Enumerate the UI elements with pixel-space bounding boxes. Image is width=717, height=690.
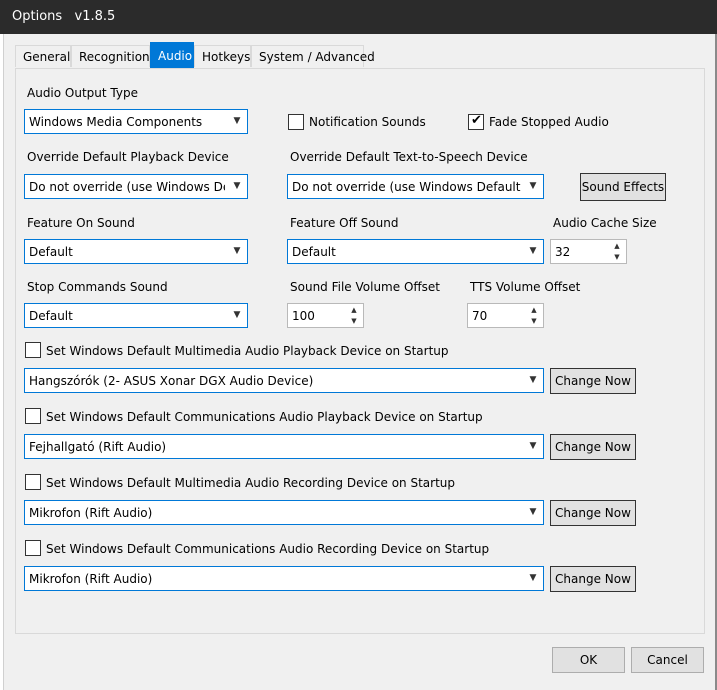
sound-file-volume-offset-label: Sound File Volume Offset: [290, 280, 440, 294]
change-communications-playback-button[interactable]: Change Now: [550, 434, 636, 460]
check-icon: ✔: [471, 113, 482, 128]
override-tts-select[interactable]: Do not override (use Windows Default Pla…: [287, 174, 544, 199]
tab-audio[interactable]: Audio: [150, 42, 194, 69]
spin-up-icon[interactable]: ▲: [348, 305, 360, 315]
window-title: Options v1.8.5: [12, 9, 116, 24]
spin-up-icon[interactable]: ▲: [528, 305, 540, 315]
chevron-down-icon: ▼: [233, 246, 241, 256]
set-communications-recording-checkbox[interactable]: [25, 540, 41, 556]
spin-down-icon[interactable]: ▼: [528, 316, 540, 326]
feature-off-sound-select[interactable]: Default ▼: [287, 239, 544, 264]
audio-cache-size-label: Audio Cache Size: [553, 216, 657, 230]
audio-output-type-select[interactable]: Windows Media Components ▼: [24, 109, 248, 134]
audio-output-type-label: Audio Output Type: [27, 86, 138, 100]
fade-stopped-audio-checkbox[interactable]: ✔: [468, 113, 484, 130]
feature-off-sound-label: Feature Off Sound: [290, 216, 399, 230]
stop-commands-sound-label: Stop Commands Sound: [27, 280, 168, 294]
audio-cache-size-stepper[interactable]: 32 ▲ ▼: [550, 239, 627, 264]
sound-effects-button[interactable]: Sound Effects: [580, 173, 666, 201]
stop-commands-sound-select[interactable]: Default ▼: [24, 303, 248, 328]
ok-button[interactable]: OK: [552, 647, 625, 673]
spin-down-icon[interactable]: ▼: [611, 252, 623, 262]
change-communications-recording-button[interactable]: Change Now: [550, 566, 636, 592]
chevron-down-icon: ▼: [529, 441, 537, 451]
chevron-down-icon: ▼: [529, 375, 537, 385]
tab-general[interactable]: General: [15, 45, 71, 67]
communications-playback-device-select[interactable]: Fejhallgató (Rift Audio) ▼: [24, 434, 544, 459]
title-bar: Options v1.8.5: [0, 0, 717, 34]
chevron-down-icon: ▼: [529, 573, 537, 583]
set-communications-recording-label: Set Windows Default Communications Audio…: [46, 542, 490, 556]
change-multimedia-recording-button[interactable]: Change Now: [550, 500, 636, 526]
spin-up-icon[interactable]: ▲: [611, 241, 623, 251]
notification-sounds-checkbox[interactable]: [288, 114, 304, 130]
notification-sounds-label: Notification Sounds: [309, 115, 426, 129]
tts-volume-offset-label: TTS Volume Offset: [470, 280, 581, 294]
override-playback-label: Override Default Playback Device: [27, 150, 229, 164]
cancel-button[interactable]: Cancel: [631, 647, 704, 673]
chevron-down-icon: ▼: [233, 116, 241, 126]
set-multimedia-recording-checkbox[interactable]: [25, 474, 41, 490]
chevron-down-icon: ▼: [529, 507, 537, 517]
background-window-edge: [0, 34, 4, 690]
tab-hotkeys[interactable]: Hotkeys: [194, 45, 251, 67]
multimedia-playback-device-select[interactable]: Hangszórók (2- ASUS Xonar DGX Audio Devi…: [24, 368, 544, 393]
tab-system-advanced[interactable]: System / Advanced: [251, 45, 375, 67]
spin-down-icon[interactable]: ▼: [348, 316, 360, 326]
chevron-down-icon: ▼: [233, 310, 241, 320]
set-communications-playback-label: Set Windows Default Communications Audio…: [46, 410, 483, 424]
set-multimedia-playback-label: Set Windows Default Multimedia Audio Pla…: [46, 344, 449, 358]
communications-recording-device-select[interactable]: Mikrofon (Rift Audio) ▼: [24, 566, 544, 591]
set-communications-playback-checkbox[interactable]: [25, 408, 41, 424]
chevron-down-icon: ▼: [529, 246, 537, 256]
fade-stopped-audio-label: Fade Stopped Audio: [489, 115, 609, 129]
override-tts-label: Override Default Text-to-Speech Device: [290, 150, 528, 164]
override-playback-select[interactable]: Do not override (use Windows Defa ▼: [24, 174, 248, 199]
sound-file-volume-offset-stepper[interactable]: 100 ▲ ▼: [287, 303, 364, 328]
chevron-down-icon: ▼: [233, 181, 241, 191]
change-multimedia-playback-button[interactable]: Change Now: [550, 368, 636, 394]
feature-on-sound-label: Feature On Sound: [27, 216, 135, 230]
tab-recognition[interactable]: Recognition: [71, 45, 150, 67]
multimedia-recording-device-select[interactable]: Mikrofon (Rift Audio) ▼: [24, 500, 544, 525]
chevron-down-icon: ▼: [529, 181, 537, 191]
set-multimedia-playback-checkbox[interactable]: [25, 342, 41, 358]
set-multimedia-recording-label: Set Windows Default Multimedia Audio Rec…: [46, 476, 455, 490]
feature-on-sound-select[interactable]: Default ▼: [24, 239, 248, 264]
tts-volume-offset-stepper[interactable]: 70 ▲ ▼: [467, 303, 544, 328]
